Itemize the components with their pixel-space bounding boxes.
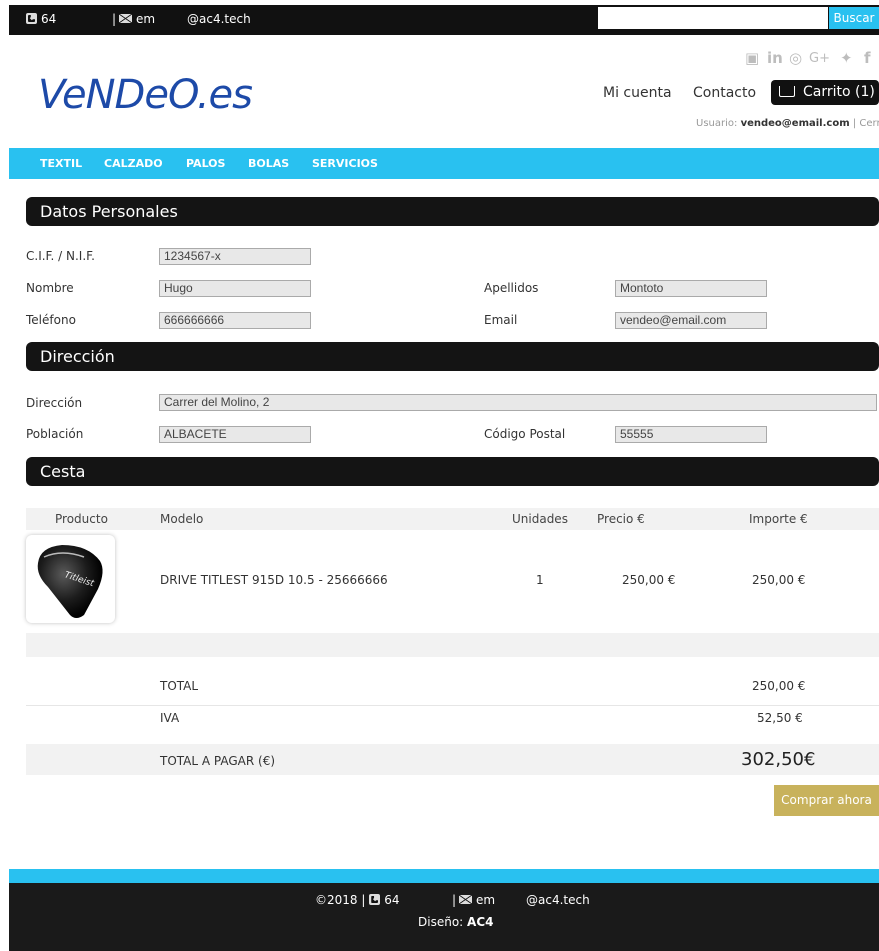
my-account-link[interactable]: Mi cuenta bbox=[603, 85, 672, 101]
section-cart: Cesta bbox=[26, 457, 879, 486]
iva-value: 52,50 € bbox=[757, 711, 803, 725]
footer-phone: 64 bbox=[384, 893, 400, 907]
nav-calzado[interactable]: CALZADO bbox=[104, 157, 163, 170]
footer-email-text: em bbox=[476, 893, 496, 907]
pay-value: 302,50€ bbox=[741, 749, 816, 770]
top-phone-text: 64 bbox=[41, 12, 57, 26]
site-logo[interactable]: VeNDeO.es bbox=[38, 72, 253, 118]
footer-design-value[interactable]: AC4 bbox=[467, 915, 493, 929]
th-model: Modelo bbox=[160, 512, 204, 526]
nav-servicios[interactable]: SERVICIOS bbox=[312, 157, 378, 170]
nif-field[interactable]: 1234567-x bbox=[159, 248, 311, 265]
cart-spacer-row bbox=[26, 633, 879, 657]
top-email[interactable]: | em bbox=[112, 12, 155, 26]
section-personal-data: Datos Personales bbox=[26, 197, 879, 226]
surname-label: Apellidos bbox=[484, 281, 539, 295]
phone-icon bbox=[26, 13, 37, 24]
facebook-icon[interactable]: f bbox=[864, 49, 871, 67]
item-model: DRIVE TITLEST 915D 10.5 - 25666666 bbox=[160, 573, 388, 587]
nav-palos[interactable]: PALOS bbox=[186, 157, 225, 170]
mail-icon bbox=[119, 14, 133, 23]
th-amount: Importe € bbox=[749, 512, 808, 526]
user-line: Usuario: vendeo@email.com | Cerrar bbox=[696, 118, 879, 129]
googleplus-icon[interactable]: G+ bbox=[809, 51, 830, 66]
th-price: Precio € bbox=[597, 512, 645, 526]
instagram-icon[interactable]: ◎ bbox=[789, 49, 802, 67]
total-value: 250,00 € bbox=[752, 679, 806, 693]
item-units: 1 bbox=[536, 573, 544, 587]
top-handle[interactable]: @ac4.tech bbox=[187, 12, 251, 26]
th-product: Producto bbox=[55, 512, 108, 526]
cart-label: Carrito (1) bbox=[803, 84, 875, 100]
email-label: Email bbox=[484, 313, 518, 327]
footer-phone-icon bbox=[369, 894, 381, 905]
buy-now-button[interactable]: Comprar ahora bbox=[774, 785, 879, 816]
nav-bolas[interactable]: BOLAS bbox=[248, 157, 289, 170]
zip-label: Código Postal bbox=[484, 427, 566, 441]
address-label: Dirección bbox=[26, 396, 83, 410]
footer-mail-icon bbox=[459, 895, 473, 904]
total-divider bbox=[26, 705, 879, 706]
iva-label: IVA bbox=[160, 711, 180, 725]
city-label: Población bbox=[26, 427, 84, 441]
total-label: TOTAL bbox=[160, 679, 199, 693]
footer-design-label: Diseño: bbox=[418, 915, 464, 929]
golf-driver-picture: Titleist bbox=[37, 545, 103, 618]
th-units: Unidades bbox=[512, 512, 568, 526]
product-image[interactable]: Titleist bbox=[26, 535, 115, 623]
phone-field[interactable]: 666666666 bbox=[159, 312, 311, 329]
nav-textil[interactable]: TEXTIL bbox=[40, 157, 82, 170]
main-nav: TEXTIL CALZADO PALOS BOLAS SERVICIOS bbox=[9, 148, 879, 179]
item-amount: 250,00 € bbox=[752, 573, 806, 587]
youtube-icon[interactable]: ▣ bbox=[745, 49, 759, 67]
search-button[interactable]: Buscar bbox=[829, 7, 879, 29]
pay-label: TOTAL A PAGAR (€) bbox=[160, 754, 276, 768]
footer-email[interactable]: | em bbox=[452, 893, 495, 907]
footer-design: Diseño: AC4 bbox=[418, 915, 493, 929]
user-label: Usuario: bbox=[696, 118, 738, 129]
item-price: 250,00 € bbox=[622, 573, 676, 587]
top-email-text: em bbox=[136, 12, 156, 26]
linkedin-icon[interactable]: in bbox=[767, 49, 783, 67]
address-field[interactable]: Carrer del Molino, 2 bbox=[159, 394, 877, 411]
logout-link[interactable]: Cerrar bbox=[859, 118, 879, 129]
twitter-icon[interactable]: ✦ bbox=[840, 49, 853, 67]
city-field[interactable]: ALBACETE bbox=[159, 426, 311, 443]
nif-label: C.I.F. / N.I.F. bbox=[26, 249, 95, 263]
name-field[interactable]: Hugo bbox=[159, 280, 311, 297]
cart-button[interactable]: Carrito (1) bbox=[771, 80, 879, 105]
section-address: Dirección bbox=[26, 342, 879, 371]
contact-link[interactable]: Contacto bbox=[693, 85, 756, 101]
cart-table-header: Producto Modelo Unidades Precio € Import… bbox=[26, 508, 879, 530]
zip-field[interactable]: 55555 bbox=[615, 426, 767, 443]
footer-copyright: ©2018 | 64 bbox=[315, 893, 400, 907]
footer-accent-bar bbox=[9, 869, 879, 883]
footer: ©2018 | 64 | em @ac4.tech Diseño: AC4 bbox=[9, 883, 879, 951]
top-phone: 64 bbox=[26, 12, 56, 26]
footer-handle[interactable]: @ac4.tech bbox=[526, 893, 590, 907]
surname-field[interactable]: Montoto bbox=[615, 280, 767, 297]
cart-icon bbox=[779, 86, 795, 97]
footer-copyright-text: ©2018 | bbox=[315, 893, 366, 907]
phone-label: Teléfono bbox=[26, 313, 76, 327]
user-separator: | bbox=[852, 118, 857, 129]
search-input[interactable] bbox=[598, 7, 828, 29]
email-field[interactable]: vendeo@email.com bbox=[615, 312, 767, 329]
name-label: Nombre bbox=[26, 281, 74, 295]
user-email: vendeo@email.com bbox=[740, 118, 850, 129]
